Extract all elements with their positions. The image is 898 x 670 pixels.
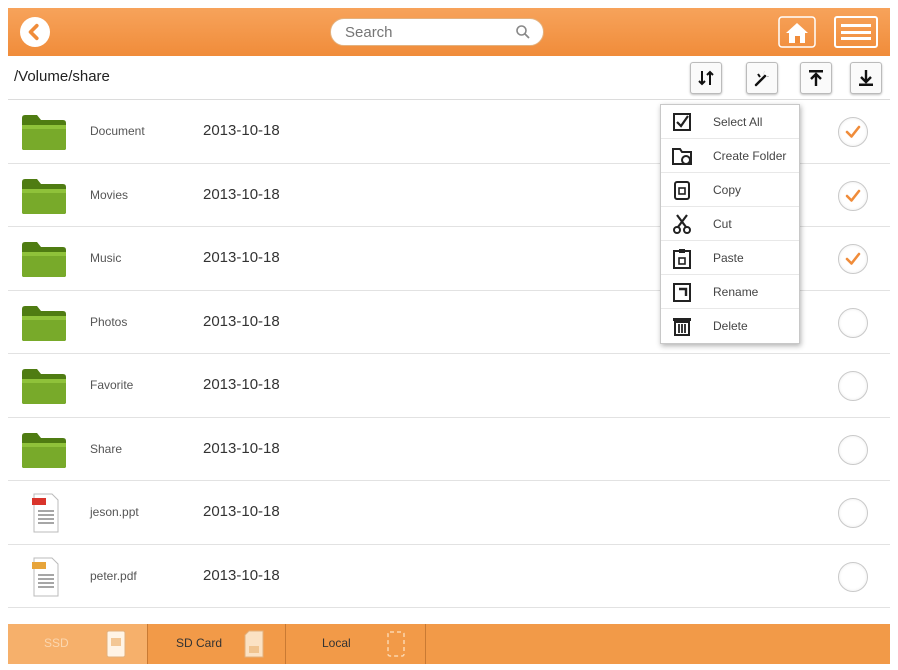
tab-sd-card[interactable]: SD Card [148, 624, 286, 664]
file-row[interactable]: Share 2013-10-18 [8, 418, 890, 481]
checkmark-icon [845, 252, 861, 265]
top-bar [8, 8, 890, 56]
paste-icon [673, 249, 691, 269]
menu-item-delete[interactable]: Delete [661, 309, 799, 343]
create-folder-icon [672, 148, 692, 165]
tools-button[interactable] [746, 62, 778, 94]
file-date: 2013-10-18 [203, 376, 280, 393]
file-date: 2013-10-18 [203, 566, 280, 584]
back-button[interactable] [20, 17, 50, 47]
sort-button[interactable] [690, 62, 722, 94]
file-date: 2013-10-18 [203, 312, 280, 330]
file-date: 2013-10-18 [203, 249, 280, 266]
delete-icon [673, 318, 691, 336]
menu-item-label: Cut [713, 217, 732, 231]
file-date: 2013-10-18 [203, 122, 280, 139]
menu-item-rename[interactable]: Rename [661, 275, 799, 309]
menu-line [841, 30, 871, 34]
select-checkbox[interactable] [838, 244, 868, 274]
menu-item-label: Select All [713, 115, 763, 129]
file-date: 2013-10-18 [203, 503, 280, 520]
ppt-file-icon [32, 493, 59, 533]
select-checkbox[interactable] [838, 180, 868, 211]
file-row[interactable]: jeson.ppt 2013-10-18 [8, 481, 890, 545]
tab-local[interactable]: Local [286, 624, 426, 664]
folder-icon [22, 115, 66, 150]
file-name: Photos [90, 314, 128, 329]
download-button[interactable] [850, 62, 882, 94]
search-icon[interactable] [515, 24, 531, 40]
file-date: 2013-10-18 [203, 185, 280, 203]
download-icon [859, 70, 873, 86]
menu-item-label: Paste [713, 251, 744, 265]
menu-item-label: Copy [713, 183, 742, 197]
file-name: Share [90, 441, 123, 456]
folder-icon [22, 369, 66, 404]
file-name: jeson.ppt [90, 505, 139, 519]
select-checkbox[interactable] [838, 371, 868, 401]
search-input[interactable] [345, 22, 505, 42]
file-date: 2013-10-18 [203, 439, 280, 457]
menu-item-label: Create Folder [713, 149, 787, 163]
select-checkbox[interactable] [838, 307, 868, 338]
tab-label: SSD [44, 636, 69, 650]
folder-icon [22, 178, 66, 214]
tab-label: Local [322, 636, 351, 650]
file-name: Music [90, 251, 122, 265]
file-row[interactable]: Favorite 2013-10-18 [8, 354, 890, 418]
select-checkbox[interactable] [838, 561, 868, 592]
select-checkbox[interactable] [838, 434, 868, 465]
select-checkbox[interactable] [838, 498, 868, 528]
menu-item-label: Delete [713, 319, 748, 333]
file-name: peter.pdf [90, 568, 137, 583]
upload-button[interactable] [800, 62, 832, 94]
ssd-icon [106, 630, 126, 658]
back-arrow-icon [28, 23, 39, 41]
current-path: /Volume/share [14, 68, 110, 85]
folder-icon [22, 305, 66, 341]
menu-item-create-folder[interactable]: Create Folder [661, 139, 799, 173]
list-menu-icon[interactable] [834, 16, 878, 48]
menu-item-copy[interactable]: Copy [661, 173, 799, 207]
bottom-bar: SSD SD Card Local [8, 624, 890, 664]
menu-line [841, 36, 871, 40]
file-name: Document [90, 124, 145, 138]
rename-icon [673, 283, 691, 302]
folder-icon [22, 242, 66, 277]
local-device-icon [387, 631, 405, 657]
upload-icon [809, 70, 823, 86]
menu-item-select-all[interactable]: Select All [661, 105, 799, 139]
search-box[interactable] [330, 18, 544, 46]
copy-icon [674, 181, 690, 200]
file-name: Movies [90, 187, 129, 202]
select-checkbox[interactable] [838, 117, 868, 147]
path-bar: /Volume/share [8, 56, 890, 100]
cut-icon [673, 214, 691, 234]
pdf-file-icon [32, 557, 59, 596]
home-icon[interactable] [778, 16, 816, 48]
checkmark-icon [845, 125, 861, 138]
context-menu: Select All Create Folder Copy Cut Paste Renam… [660, 104, 800, 344]
checkmark-icon [845, 189, 861, 202]
folder-icon [22, 432, 66, 468]
file-row[interactable]: peter.pdf 2013-10-18 [8, 545, 890, 608]
sort-icon [698, 70, 714, 86]
menu-item-label: Rename [713, 285, 759, 299]
tab-label: SD Card [176, 636, 223, 650]
sd-card-icon [244, 630, 264, 658]
select-all-icon [673, 113, 691, 131]
tab-ssd[interactable]: SSD [8, 624, 148, 664]
menu-line [841, 24, 871, 28]
menu-item-paste[interactable]: Paste [661, 241, 799, 275]
tools-icon [754, 71, 769, 87]
menu-item-cut[interactable]: Cut [661, 207, 799, 241]
file-name: Favorite [90, 378, 134, 392]
